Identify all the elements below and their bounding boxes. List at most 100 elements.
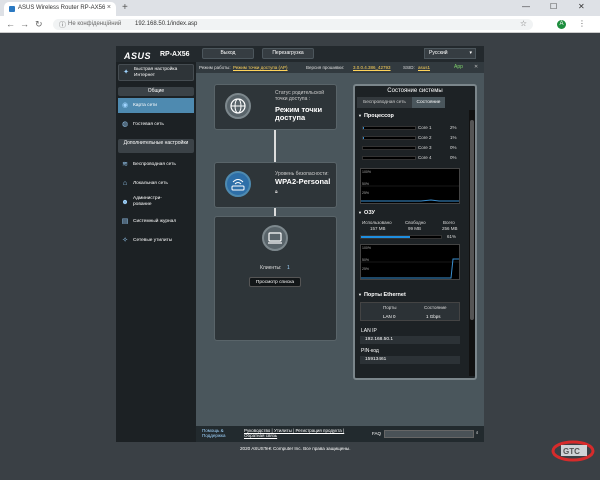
language-value: Русский — [429, 50, 448, 56]
new-tab-button[interactable]: + — [122, 2, 128, 13]
pin-value: 15913461 — [360, 356, 460, 364]
footer: Помощь & Поддержка Руководство | Утилиты… — [196, 426, 484, 442]
sidebar-item-lan[interactable]: ⌂ Локальная сеть — [118, 176, 194, 191]
ssid-link[interactable]: asus1 — [418, 65, 430, 70]
ethernet-port: LAN 0 — [383, 314, 396, 319]
sidebar-item-guest-network[interactable]: ◍ Гостевая сеть — [118, 117, 194, 132]
sidebar-item-network-map[interactable]: ◉ Карта сети — [118, 98, 194, 113]
ram-bar — [360, 235, 442, 239]
window-close-icon[interactable]: ✕ — [578, 2, 585, 11]
address-bar[interactable]: ⓘ Не конфіденційний 192.168.50.1/index.a… — [53, 19, 533, 30]
app-link[interactable]: App — [454, 64, 463, 70]
core-percent: 0% — [450, 155, 457, 160]
maximize-icon[interactable]: ☐ — [550, 2, 557, 11]
faq-label: FAQ — [372, 431, 382, 436]
bookmark-star-icon[interactable]: ☆ — [520, 19, 527, 28]
clients-label: Клиенты: — [260, 265, 282, 271]
help-support-link[interactable]: Помощь & Поддержка — [202, 428, 240, 438]
cpu-graph-lines — [361, 185, 459, 202]
asus-favicon-icon — [9, 6, 15, 12]
ram-free-value: 99 MB — [408, 226, 422, 231]
minimize-icon[interactable]: — — [522, 2, 530, 11]
sidebar-item-label: Администри-рование — [133, 196, 162, 207]
parent-status-value: Режим точки доступа — [275, 105, 323, 122]
advanced-section-header: Дополнительные настройки — [118, 139, 194, 153]
ethernet-col-header: Состояние — [424, 305, 447, 310]
firmware-label: Версия прошивки: — [306, 65, 345, 70]
info-icon[interactable]: ⓘ — [59, 20, 66, 30]
parent-ap-card[interactable]: Статус родительской точки доступа : Режи… — [214, 84, 337, 130]
core-bar-fill — [363, 127, 365, 129]
operation-mode-link[interactable]: Режим точки доступа (AP) — [233, 65, 288, 70]
core-percent: 2% — [450, 125, 457, 130]
collapse-icon: ▼ — [358, 292, 362, 297]
browser-tab[interactable]: ASUS Wireless Router RP-AX56 × — [4, 2, 116, 16]
model-name: RP-AX56 — [160, 51, 190, 58]
lock-icon: 🔒︎ — [275, 189, 278, 195]
globe-icon — [230, 98, 246, 114]
home-icon: ⌂ — [122, 180, 128, 187]
lan-ip-value: 192.168.50.1 — [360, 336, 460, 344]
sidebar-item-network-tools[interactable]: ✧ Сетевые утилиты — [118, 233, 194, 248]
core-label: Core 2 — [418, 135, 432, 140]
ram-title: ОЗУ — [363, 210, 375, 216]
parent-status-label: Статус родительской точки доступа : — [275, 90, 325, 102]
info-close-icon[interactable]: ✕ — [474, 64, 478, 70]
computer-icon — [268, 232, 282, 244]
view-list-button[interactable]: Просмотр списка — [249, 277, 301, 287]
browser-tab-strip: ASUS Wireless Router RP-AX56 × + — ☐ ✕ — [0, 0, 600, 16]
reload-icon[interactable]: ↻ — [35, 19, 43, 30]
logout-button[interactable]: Выход — [202, 48, 254, 59]
ram-total-label: Всего — [443, 220, 455, 225]
cpu-section-header[interactable]: ▼ Процессор — [358, 113, 466, 119]
footer-links[interactable]: Руководство | Утилиты | Регистрация прод… — [244, 428, 356, 438]
sidebar-item-administration[interactable]: ☻ Администри-рование — [118, 194, 194, 212]
faq-search-input[interactable] — [384, 430, 474, 438]
router-page: ASUS RP-AX56 Выход Перезагрузка Русский … — [116, 46, 484, 442]
operation-mode-label: Режим работы: — [199, 65, 231, 70]
back-icon[interactable]: ← — [6, 19, 15, 29]
log-icon: ▤ — [121, 218, 129, 225]
info-bar: Режим работы: Режим точки доступа (AP) В… — [196, 62, 484, 73]
reboot-button[interactable]: Перезагрузка — [262, 48, 314, 59]
quick-setup-button[interactable]: ✦ Быстрая настройка Интернет — [118, 64, 194, 81]
tab-wireless[interactable]: Беспроводная сеть — [357, 97, 412, 108]
security-level-value: WPA2-Personal — [275, 177, 331, 186]
forward-icon[interactable]: → — [20, 19, 29, 29]
profile-avatar[interactable]: A — [557, 20, 566, 29]
copyright: 2020 ASUSTeK Computer Inc. Все права защ… — [240, 446, 351, 451]
svg-text:GTC: GTC — [563, 447, 580, 456]
ram-used-label: Использовано — [362, 220, 392, 225]
ram-section-header[interactable]: ▼ ОЗУ — [358, 210, 466, 216]
browser-menu-icon[interactable]: ⋮ — [578, 19, 586, 28]
collapse-icon: ▼ — [358, 210, 362, 215]
core-bar — [362, 136, 416, 140]
browser-toolbar: ← → ↻ ⓘ Не конфіденційний 192.168.50.1/i… — [0, 16, 600, 33]
cpu-title: Процессор — [363, 113, 394, 119]
router-icon — [231, 179, 245, 191]
cpu-graph: 100% 50% 25% — [360, 168, 460, 204]
sidebar-item-system-log[interactable]: ▤ Системный журнал — [118, 214, 194, 229]
core-percent: 1% — [450, 135, 457, 140]
url-text[interactable]: 192.168.50.1/index.asp — [135, 21, 197, 27]
firmware-link[interactable]: 3.0.0.4.386_42793 — [353, 65, 391, 70]
search-icon[interactable]: ⌕ — [476, 430, 479, 435]
security-card[interactable]: Уровень безопасности: WPA2-Personal 🔒︎ — [214, 162, 337, 208]
core-bar — [362, 126, 416, 130]
core-label: Core 3 — [418, 145, 432, 150]
clients-count[interactable]: 1 — [287, 265, 290, 271]
sidebar-item-label: Локальная сеть — [133, 181, 168, 186]
clients-card[interactable]: Клиенты: 1 Просмотр списка — [214, 216, 337, 341]
quick-setup-label: Быстрая настройка Интернет — [134, 67, 178, 78]
tab-close-icon[interactable]: × — [107, 4, 111, 11]
sidebar-item-wireless[interactable]: ≋ Беспроводная сеть — [118, 157, 194, 172]
asus-logo: ASUS — [124, 51, 152, 61]
tools-icon: ✧ — [122, 237, 128, 244]
ethernet-section-header[interactable]: ▼ Порты Ethernet — [358, 292, 466, 298]
ethernet-table: Порты Состояние LAN 0 1 Gbps — [360, 302, 460, 321]
ram-total-value: 256 MB — [442, 226, 458, 231]
scroll-thumb[interactable] — [470, 120, 474, 320]
language-select[interactable]: Русский ▾ — [424, 48, 476, 59]
tab-status[interactable]: Состояние — [412, 97, 445, 108]
status-scrollbar[interactable] — [469, 110, 475, 376]
